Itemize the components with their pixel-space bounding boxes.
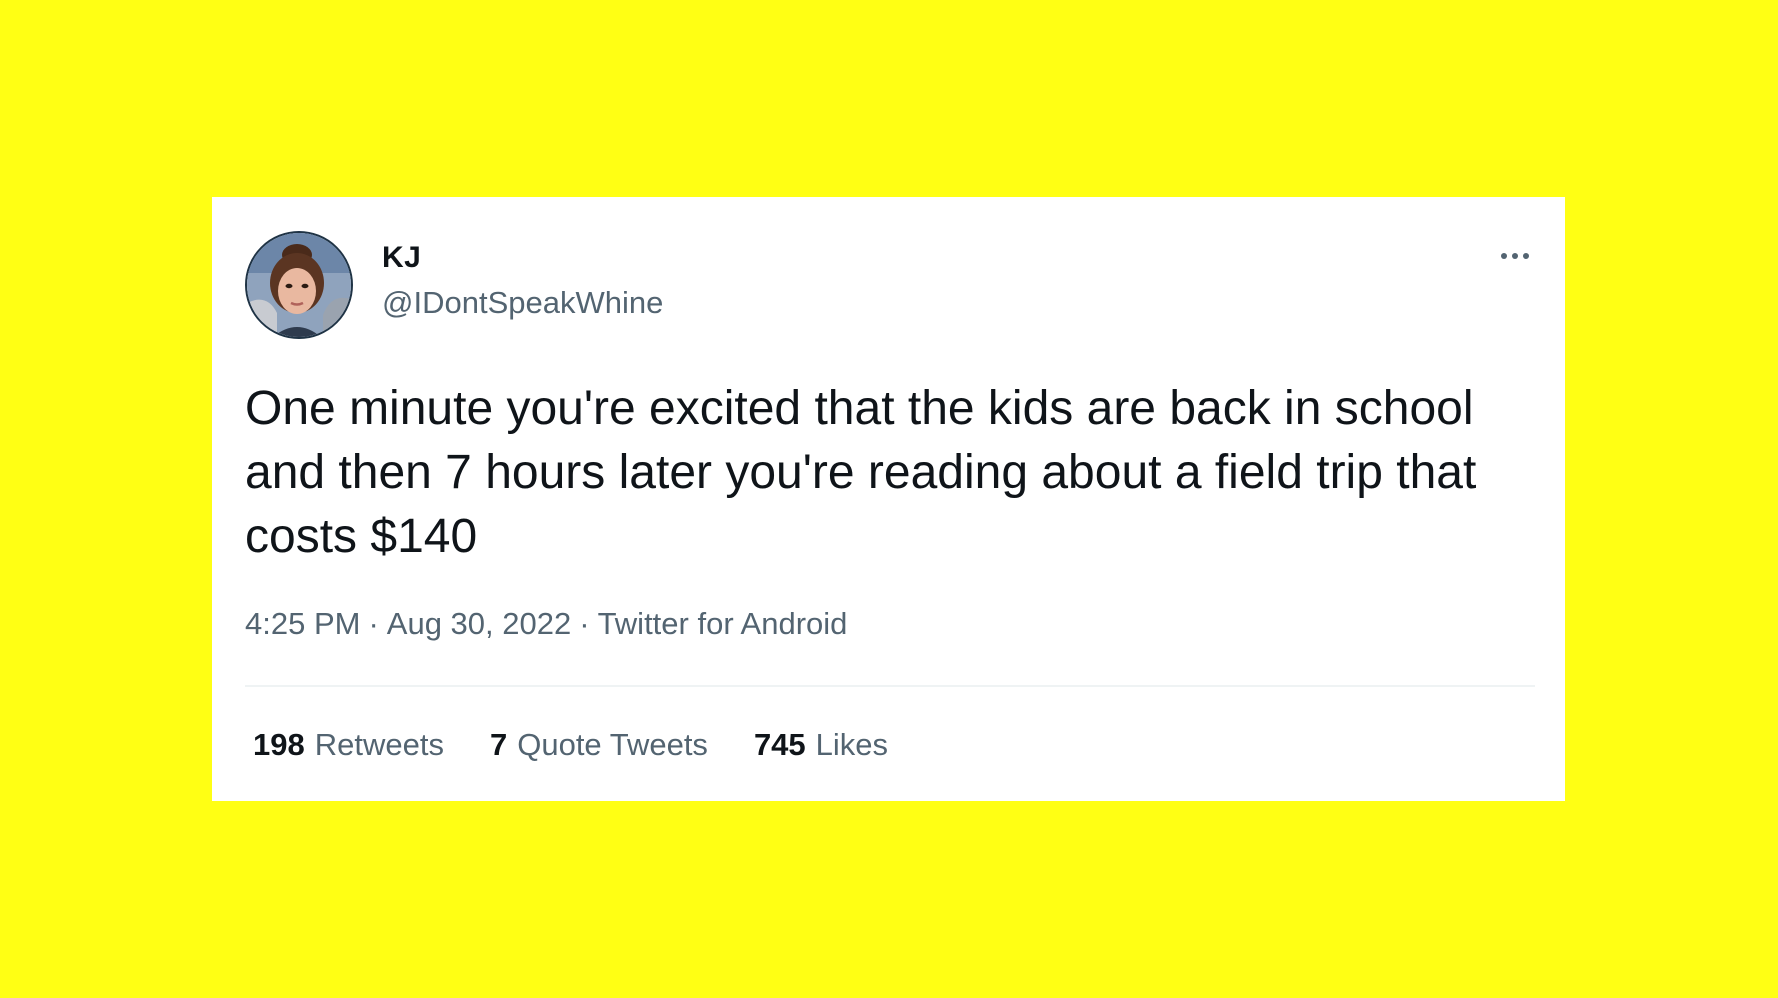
- retweets-count: 198: [253, 727, 305, 762]
- retweets-stat[interactable]: 198 Retweets: [253, 727, 444, 763]
- retweets-label: Retweets: [314, 727, 444, 762]
- tweet-source[interactable]: Twitter for Android: [598, 606, 848, 641]
- divider: [245, 685, 1535, 687]
- meta-separator: ·: [579, 606, 590, 641]
- quote-tweets-stat[interactable]: 7 Quote Tweets: [490, 727, 708, 763]
- tweet-meta: 4:25 PM · Aug 30, 2022 · Twitter for Android: [245, 606, 847, 642]
- quote-tweets-count: 7: [489, 727, 508, 762]
- tweet-date[interactable]: Aug 30, 2022: [387, 606, 571, 641]
- likes-count: 745: [753, 727, 806, 762]
- tweet-text: One minute you're excited that the kids …: [245, 382, 1477, 563]
- likes-stat[interactable]: 745 Likes: [754, 727, 888, 763]
- quote-tweets-label: Quote Tweets: [517, 727, 708, 762]
- more-horizontal-icon: [1523, 253, 1529, 259]
- tweet-stats: 198 Retweets 7 Quote Tweets 745 Likes: [253, 727, 888, 763]
- avatar-photo-icon: [247, 233, 351, 337]
- likes-label: Likes: [815, 727, 889, 762]
- meta-separator: ·: [368, 606, 379, 641]
- tweet-time[interactable]: 4:25 PM: [245, 606, 360, 641]
- more-options-button[interactable]: [1493, 241, 1537, 271]
- more-horizontal-icon: [1501, 253, 1507, 259]
- tweet-card: KJ @IDontSpeakWhine One minute you're ex…: [212, 197, 1565, 801]
- author-handle[interactable]: @IDontSpeakWhine: [382, 285, 663, 321]
- more-horizontal-icon: [1512, 253, 1518, 259]
- author-avatar[interactable]: [245, 231, 353, 339]
- author-name[interactable]: KJ: [382, 241, 421, 275]
